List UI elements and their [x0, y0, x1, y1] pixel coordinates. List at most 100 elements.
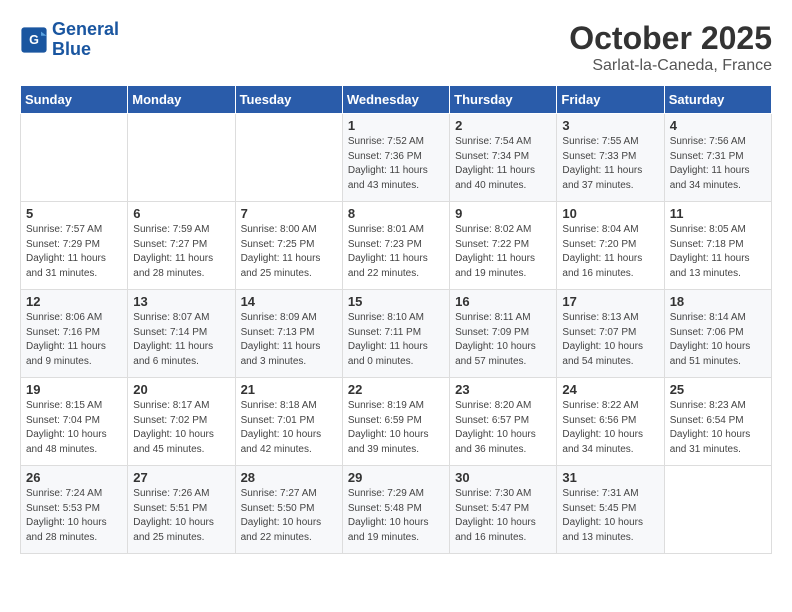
calendar-week-2: 5Sunrise: 7:57 AM Sunset: 7:29 PM Daylig…	[21, 202, 772, 290]
day-number: 27	[133, 470, 229, 485]
day-info: Sunrise: 8:14 AM Sunset: 7:06 PM Dayligh…	[670, 311, 766, 369]
calendar-week-1: 1 Sunrise: 7:52 AM Sunset: 7:36 PM Daylig…	[21, 114, 772, 202]
calendar-cell: 8 Sunrise: 8:01 AM Sunset: 7:23 PM Daylig…	[342, 202, 449, 290]
calendar-cell: 28Sunrise: 7:27 AM Sunset: 5:50 PM Dayli…	[235, 466, 342, 554]
calendar-cell: 1 Sunrise: 7:52 AM Sunset: 7:36 PM Daylig…	[342, 114, 449, 202]
calendar-header: SundayMondayTuesdayWednesdayThursdayFrid…	[21, 86, 772, 114]
header-day-wednesday: Wednesday	[342, 86, 449, 114]
day-number: 10	[562, 206, 658, 221]
day-info: Sunrise: 7:30 AM Sunset: 5:47 PM Dayligh…	[455, 487, 551, 545]
header-day-thursday: Thursday	[450, 86, 557, 114]
day-info: Sunrise: 7:29 AM Sunset: 5:48 PM Dayligh…	[348, 487, 444, 545]
day-number: 8	[348, 206, 444, 221]
day-number: 2	[455, 118, 551, 133]
calendar-cell: 20 Sunrise: 8:17 AM Sunset: 7:02 PM Dayli…	[128, 378, 235, 466]
day-info: Sunrise: 8:07 AM Sunset: 7:14 PM Dayligh…	[133, 311, 229, 369]
day-number: 19	[26, 382, 122, 397]
calendar-table: SundayMondayTuesdayWednesdayThursdayFrid…	[20, 85, 772, 554]
day-info: Sunrise: 7:31 AM Sunset: 5:45 PM Dayligh…	[562, 487, 658, 545]
calendar-cell: 6 Sunrise: 7:59 AM Sunset: 7:27 PM Daylig…	[128, 202, 235, 290]
calendar-cell: 25 Sunrise: 8:23 AM Sunset: 6:54 PM Dayli…	[664, 378, 771, 466]
calendar-cell: 14Sunrise: 8:09 AM Sunset: 7:13 PM Dayli…	[235, 290, 342, 378]
day-number: 14	[241, 294, 337, 309]
day-info: Sunrise: 8:05 AM Sunset: 7:18 PM Dayligh…	[670, 223, 766, 281]
day-number: 18	[670, 294, 766, 309]
day-number: 3	[562, 118, 658, 133]
calendar-cell: 21Sunrise: 8:18 AM Sunset: 7:01 PM Dayli…	[235, 378, 342, 466]
calendar-cell: 5Sunrise: 7:57 AM Sunset: 7:29 PM Daylig…	[21, 202, 128, 290]
header-row: SundayMondayTuesdayWednesdayThursdayFrid…	[21, 86, 772, 114]
day-number: 15	[348, 294, 444, 309]
calendar-body: 1 Sunrise: 7:52 AM Sunset: 7:36 PM Daylig…	[21, 114, 772, 554]
day-info: Sunrise: 8:15 AM Sunset: 7:04 PM Dayligh…	[26, 399, 122, 457]
header-day-tuesday: Tuesday	[235, 86, 342, 114]
logo: G General Blue	[20, 20, 119, 60]
calendar-cell: 2 Sunrise: 7:54 AM Sunset: 7:34 PM Daylig…	[450, 114, 557, 202]
day-number: 5	[26, 206, 122, 221]
header-day-monday: Monday	[128, 86, 235, 114]
day-info: Sunrise: 8:10 AM Sunset: 7:11 PM Dayligh…	[348, 311, 444, 369]
day-info: Sunrise: 7:59 AM Sunset: 7:27 PM Dayligh…	[133, 223, 229, 281]
location: Sarlat-la-Caneda, France	[569, 57, 772, 75]
day-number: 1	[348, 118, 444, 133]
day-number: 23	[455, 382, 551, 397]
day-number: 26	[26, 470, 122, 485]
logo-text: General Blue	[52, 20, 119, 60]
day-info: Sunrise: 8:22 AM Sunset: 6:56 PM Dayligh…	[562, 399, 658, 457]
title-block: October 2025 Sarlat-la-Caneda, France	[569, 20, 772, 75]
day-info: Sunrise: 8:06 AM Sunset: 7:16 PM Dayligh…	[26, 311, 122, 369]
day-number: 12	[26, 294, 122, 309]
day-info: Sunrise: 8:02 AM Sunset: 7:22 PM Dayligh…	[455, 223, 551, 281]
calendar-cell	[21, 114, 128, 202]
day-number: 20	[133, 382, 229, 397]
calendar-week-4: 19 Sunrise: 8:15 AM Sunset: 7:04 PM Dayli…	[21, 378, 772, 466]
day-number: 21	[241, 382, 337, 397]
day-info: Sunrise: 7:54 AM Sunset: 7:34 PM Dayligh…	[455, 135, 551, 193]
calendar-cell: 7Sunrise: 8:00 AM Sunset: 7:25 PM Daylig…	[235, 202, 342, 290]
day-number: 29	[348, 470, 444, 485]
calendar-cell	[128, 114, 235, 202]
day-number: 16	[455, 294, 551, 309]
calendar-cell: 16 Sunrise: 8:11 AM Sunset: 7:09 PM Dayli…	[450, 290, 557, 378]
calendar-cell: 24Sunrise: 8:22 AM Sunset: 6:56 PM Dayli…	[557, 378, 664, 466]
calendar-cell: 29 Sunrise: 7:29 AM Sunset: 5:48 PM Dayli…	[342, 466, 449, 554]
day-number: 25	[670, 382, 766, 397]
day-number: 13	[133, 294, 229, 309]
header-day-friday: Friday	[557, 86, 664, 114]
calendar-cell: 31 Sunrise: 7:31 AM Sunset: 5:45 PM Dayli…	[557, 466, 664, 554]
header-day-saturday: Saturday	[664, 86, 771, 114]
day-info: Sunrise: 8:23 AM Sunset: 6:54 PM Dayligh…	[670, 399, 766, 457]
day-info: Sunrise: 7:52 AM Sunset: 7:36 PM Dayligh…	[348, 135, 444, 193]
day-info: Sunrise: 8:19 AM Sunset: 6:59 PM Dayligh…	[348, 399, 444, 457]
calendar-cell: 13 Sunrise: 8:07 AM Sunset: 7:14 PM Dayli…	[128, 290, 235, 378]
calendar-cell: 17 Sunrise: 8:13 AM Sunset: 7:07 PM Dayli…	[557, 290, 664, 378]
day-info: Sunrise: 8:11 AM Sunset: 7:09 PM Dayligh…	[455, 311, 551, 369]
day-info: Sunrise: 8:17 AM Sunset: 7:02 PM Dayligh…	[133, 399, 229, 457]
day-number: 7	[241, 206, 337, 221]
calendar-cell: 3 Sunrise: 7:55 AM Sunset: 7:33 PM Daylig…	[557, 114, 664, 202]
calendar-cell: 22 Sunrise: 8:19 AM Sunset: 6:59 PM Dayli…	[342, 378, 449, 466]
day-info: Sunrise: 8:04 AM Sunset: 7:20 PM Dayligh…	[562, 223, 658, 281]
calendar-cell	[664, 466, 771, 554]
day-info: Sunrise: 7:55 AM Sunset: 7:33 PM Dayligh…	[562, 135, 658, 193]
day-number: 17	[562, 294, 658, 309]
calendar-week-3: 12 Sunrise: 8:06 AM Sunset: 7:16 PM Dayli…	[21, 290, 772, 378]
calendar-week-5: 26 Sunrise: 7:24 AM Sunset: 5:53 PM Dayli…	[21, 466, 772, 554]
calendar-cell: 15 Sunrise: 8:10 AM Sunset: 7:11 PM Dayli…	[342, 290, 449, 378]
day-number: 9	[455, 206, 551, 221]
day-number: 6	[133, 206, 229, 221]
day-number: 22	[348, 382, 444, 397]
month-title: October 2025	[569, 20, 772, 57]
day-info: Sunrise: 8:20 AM Sunset: 6:57 PM Dayligh…	[455, 399, 551, 457]
day-info: Sunrise: 8:01 AM Sunset: 7:23 PM Dayligh…	[348, 223, 444, 281]
calendar-cell: 10 Sunrise: 8:04 AM Sunset: 7:20 PM Dayli…	[557, 202, 664, 290]
calendar-cell: 26 Sunrise: 7:24 AM Sunset: 5:53 PM Dayli…	[21, 466, 128, 554]
day-number: 31	[562, 470, 658, 485]
day-info: Sunrise: 7:24 AM Sunset: 5:53 PM Dayligh…	[26, 487, 122, 545]
day-info: Sunrise: 8:13 AM Sunset: 7:07 PM Dayligh…	[562, 311, 658, 369]
day-info: Sunrise: 7:26 AM Sunset: 5:51 PM Dayligh…	[133, 487, 229, 545]
day-number: 28	[241, 470, 337, 485]
calendar-cell: 30Sunrise: 7:30 AM Sunset: 5:47 PM Dayli…	[450, 466, 557, 554]
calendar-cell: 4Sunrise: 7:56 AM Sunset: 7:31 PM Daylig…	[664, 114, 771, 202]
svg-text:G: G	[29, 33, 39, 47]
